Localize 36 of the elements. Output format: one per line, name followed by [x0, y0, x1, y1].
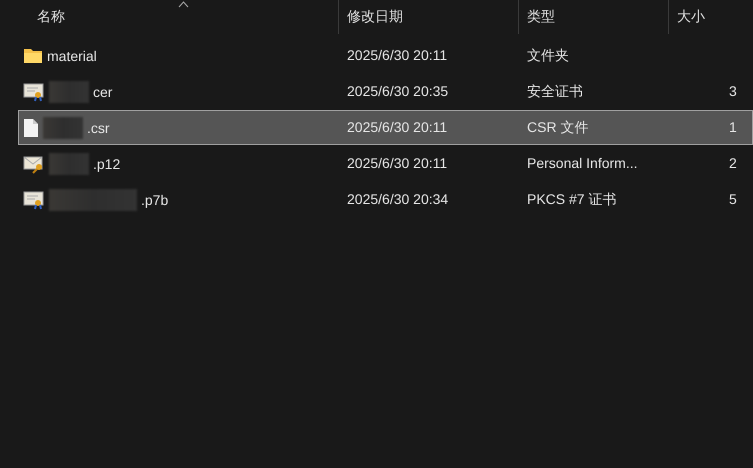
- file-type: PKCS #7 证书: [527, 190, 616, 206]
- file-row[interactable]: .p7b 2025/6/30 20:34 PKCS #7 证书 5: [18, 182, 753, 217]
- file-type: CSR 文件: [527, 118, 588, 134]
- key-certificate-icon: [23, 154, 45, 174]
- modified-date: 2025/6/30 20:11: [347, 154, 448, 170]
- file-name: .p7b: [141, 192, 168, 208]
- file-type: 文件夹: [527, 46, 569, 62]
- file-row[interactable]: .csr 2025/6/30 20:11 CSR 文件 1: [18, 110, 753, 145]
- file-type: Personal Inform...: [527, 154, 638, 170]
- modified-date: 2025/6/30 20:34: [347, 190, 448, 206]
- column-header[interactable]: 大小: [677, 8, 705, 26]
- file-size: 5: [729, 190, 737, 206]
- redaction-mark: [43, 116, 83, 138]
- file-size: 1: [729, 118, 737, 134]
- file-name: material: [47, 48, 97, 64]
- modified-date: 2025/6/30 20:11: [347, 46, 448, 62]
- modified-date: 2025/6/30 20:11: [347, 118, 448, 134]
- folder-icon: [23, 47, 43, 64]
- file-size: 2: [729, 154, 737, 170]
- file-row[interactable]: cer 2025/6/30 20:35 安全证书 3: [18, 74, 753, 109]
- column-header[interactable]: 修改日期: [347, 8, 403, 26]
- column-header[interactable]: 名称: [37, 8, 65, 26]
- column-header[interactable]: 类型: [527, 8, 555, 26]
- file-row[interactable]: material 2025/6/30 20:11 文件夹: [18, 38, 753, 73]
- file-name: cer: [93, 84, 112, 100]
- file-row[interactable]: .p12 2025/6/30 20:11 Personal Inform... 2: [18, 146, 753, 181]
- certificate-icon: [23, 82, 45, 102]
- modified-date: 2025/6/30 20:35: [347, 82, 448, 98]
- file-size: 3: [729, 82, 737, 98]
- certificate-icon: [23, 190, 45, 210]
- redaction-mark: [49, 80, 89, 102]
- file-name: .csr: [87, 120, 110, 136]
- file-name: .p12: [93, 156, 120, 172]
- file-type: 安全证书: [527, 82, 583, 98]
- redaction-mark: [49, 152, 89, 174]
- file-icon: [23, 118, 39, 138]
